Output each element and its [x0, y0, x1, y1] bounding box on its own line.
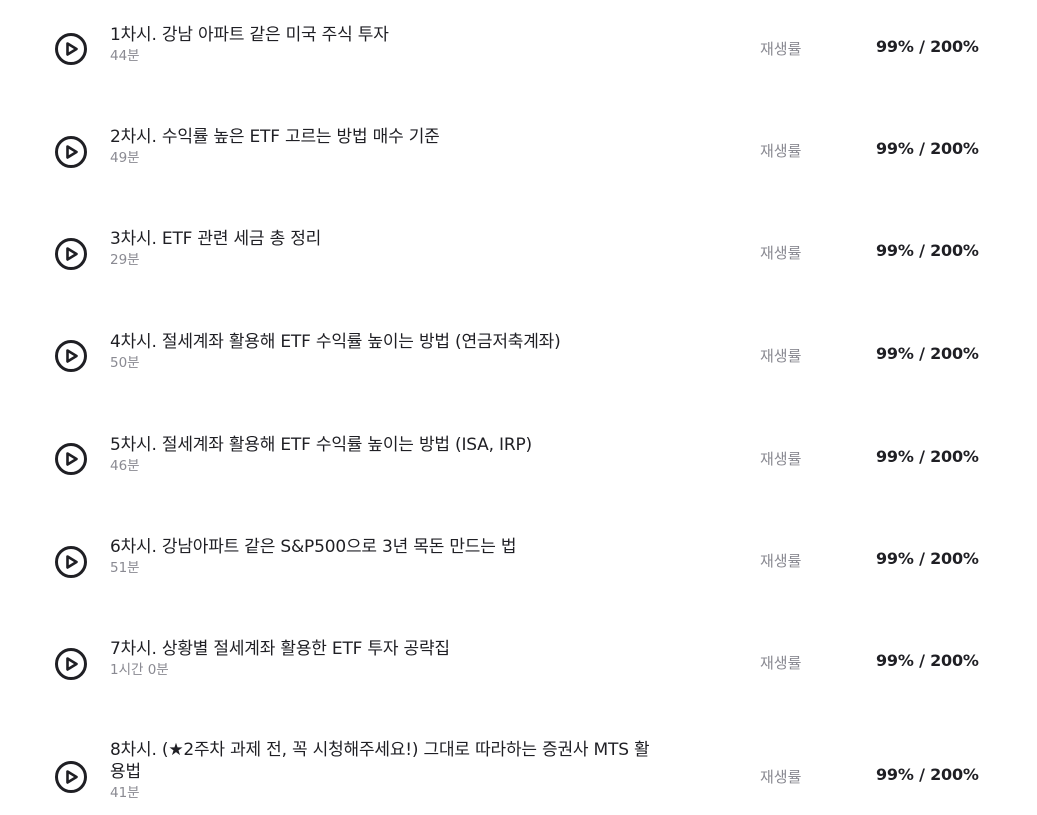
playback-rate-value: 99% / 200% — [876, 241, 979, 260]
lesson-duration: 50분 — [110, 355, 140, 371]
playback-rate-label: 재생률 — [760, 142, 802, 160]
lesson-row-1[interactable]: 1차시. 강남 아파트 같은 미국 주식 투자 44분 재생률 99% / 20… — [0, 14, 1037, 84]
lesson-title: 7차시. 상황별 절세계좌 활용한 ETF 투자 공략집 — [110, 639, 450, 659]
lesson-row-8[interactable]: 8차시. (★2주차 과제 전, 꼭 시청해주세요!) 그대로 따라하는 증권사… — [0, 731, 1037, 815]
lesson-info: 3차시. ETF 관련 세금 총 정리 29분 — [110, 228, 670, 269]
play-circle-icon[interactable] — [54, 442, 88, 476]
lesson-list: 1차시. 강남 아파트 같은 미국 주식 투자 44분 재생률 99% / 20… — [0, 0, 1037, 815]
playback-rate-value: 99% / 200% — [876, 549, 979, 568]
lesson-duration: 29분 — [110, 252, 140, 268]
playback-rate-label: 재생률 — [760, 244, 802, 262]
lesson-row-7[interactable]: 7차시. 상황별 절세계좌 활용한 ETF 투자 공략집 1시간 0분 재생률 … — [0, 628, 1037, 698]
lesson-title: 6차시. 강남아파트 같은 S&P500으로 3년 목돈 만드는 법 — [110, 537, 517, 557]
lesson-info: 5차시. 절세계좌 활용해 ETF 수익률 높이는 방법 (ISA, IRP) … — [110, 434, 670, 475]
lesson-duration: 1시간 0분 — [110, 662, 169, 678]
lesson-duration: 41분 — [110, 785, 140, 801]
lesson-title: 5차시. 절세계좌 활용해 ETF 수익률 높이는 방법 (ISA, IRP) — [110, 435, 532, 455]
playback-rate-value: 99% / 200% — [876, 651, 979, 670]
play-circle-icon[interactable] — [54, 339, 88, 373]
playback-rate-value: 99% / 200% — [876, 139, 979, 158]
play-circle-icon[interactable] — [54, 760, 88, 794]
lesson-duration: 49분 — [110, 150, 140, 166]
playback-rate-label: 재생률 — [760, 654, 802, 672]
play-circle-icon[interactable] — [54, 545, 88, 579]
playback-rate-label: 재생률 — [760, 347, 802, 365]
lesson-duration: 46분 — [110, 458, 140, 474]
lesson-title: 4차시. 절세계좌 활용해 ETF 수익률 높이는 방법 (연금저축계좌) — [110, 332, 561, 352]
lesson-title: 8차시. (★2주차 과제 전, 꼭 시청해주세요!) 그대로 따라하는 증권사… — [110, 740, 650, 782]
lesson-row-6[interactable]: 6차시. 강남아파트 같은 S&P500으로 3년 목돈 만드는 법 51분 재… — [0, 526, 1037, 596]
lesson-row-3[interactable]: 3차시. ETF 관련 세금 총 정리 29분 재생률 99% / 200% — [0, 218, 1037, 288]
playback-rate-value: 99% / 200% — [876, 344, 979, 363]
lesson-row-2[interactable]: 2차시. 수익률 높은 ETF 고르는 방법 매수 기준 49분 재생률 99%… — [0, 116, 1037, 186]
playback-rate-label: 재생률 — [760, 40, 802, 58]
lesson-info: 7차시. 상황별 절세계좌 활용한 ETF 투자 공략집 1시간 0분 — [110, 638, 670, 679]
play-circle-icon[interactable] — [54, 647, 88, 681]
playback-rate-label: 재생률 — [760, 768, 802, 786]
playback-rate-value: 99% / 200% — [876, 447, 979, 466]
lesson-duration: 51분 — [110, 560, 140, 576]
playback-rate-label: 재생률 — [760, 450, 802, 468]
lesson-info: 2차시. 수익률 높은 ETF 고르는 방법 매수 기준 49분 — [110, 126, 670, 167]
lesson-info: 4차시. 절세계좌 활용해 ETF 수익률 높이는 방법 (연금저축계좌) 50… — [110, 331, 670, 372]
lesson-title: 3차시. ETF 관련 세금 총 정리 — [110, 229, 322, 249]
lesson-row-5[interactable]: 5차시. 절세계좌 활용해 ETF 수익률 높이는 방법 (ISA, IRP) … — [0, 424, 1037, 494]
lesson-title: 1차시. 강남 아파트 같은 미국 주식 투자 — [110, 25, 389, 45]
lesson-title: 2차시. 수익률 높은 ETF 고르는 방법 매수 기준 — [110, 127, 440, 147]
playback-rate-value: 99% / 200% — [876, 765, 979, 784]
play-circle-icon[interactable] — [54, 32, 88, 66]
playback-rate-value: 99% / 200% — [876, 37, 979, 56]
lesson-info: 1차시. 강남 아파트 같은 미국 주식 투자 44분 — [110, 24, 670, 65]
lesson-info: 8차시. (★2주차 과제 전, 꼭 시청해주세요!) 그대로 따라하는 증권사… — [110, 739, 655, 802]
play-circle-icon[interactable] — [54, 237, 88, 271]
lesson-row-4[interactable]: 4차시. 절세계좌 활용해 ETF 수익률 높이는 방법 (연금저축계좌) 50… — [0, 321, 1037, 391]
play-circle-icon[interactable] — [54, 135, 88, 169]
playback-rate-label: 재생률 — [760, 552, 802, 570]
lesson-duration: 44분 — [110, 48, 140, 64]
lesson-info: 6차시. 강남아파트 같은 S&P500으로 3년 목돈 만드는 법 51분 — [110, 536, 670, 577]
